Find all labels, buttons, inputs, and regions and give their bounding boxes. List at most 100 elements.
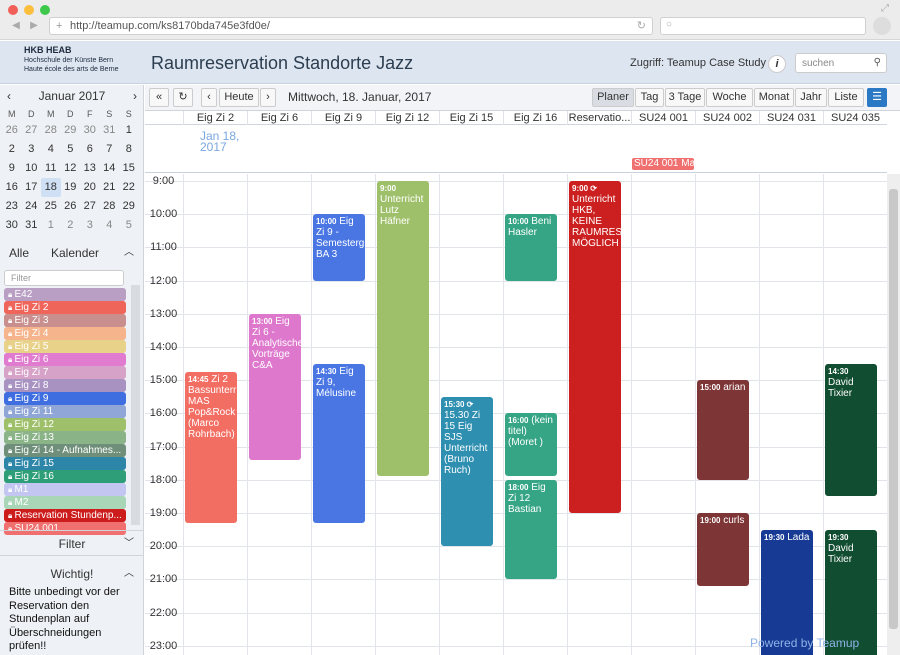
filter-panel-header[interactable]: Filter ﹀ [0,530,144,556]
subcalendar-item[interactable]: 🔒︎ Eig Zi 6 [4,353,126,366]
subcalendar-item[interactable]: 🔒︎ Eig Zi 12 [4,418,126,431]
calendar-event[interactable]: 15:00 arian [697,380,749,480]
powered-by[interactable]: Powered by Teamup [750,636,859,650]
url-bar[interactable]: + http://teamup.com/ks8170bda745e3fd0e/ … [49,17,653,35]
search-input[interactable]: suchen ⚲ [795,53,887,73]
menu-icon[interactable]: ☰ [867,88,887,107]
mini-calendar-day[interactable]: 26 [61,197,81,216]
mini-calendar-day[interactable]: 30 [80,121,100,140]
calendar-event[interactable]: 9:00 ⟳ Unterricht HKB, KEINE RAUMRES MÖG… [569,181,621,513]
column-header[interactable]: SU24 035 [823,111,887,125]
view-woche-button[interactable]: Woche [706,88,753,107]
mini-calendar-day[interactable]: 18 [41,178,61,197]
subcalendar-item[interactable]: 🔒︎ Eig Zi 14 - Aufnahmes... [4,444,126,457]
column-header[interactable]: Eig Zi 16 [503,111,567,125]
mini-calendar-day[interactable]: 30 [2,216,22,235]
mini-calendar-day[interactable]: 21 [100,178,120,197]
mini-calendar-day[interactable]: 7 [100,140,120,159]
mini-calendar-day[interactable]: 29 [119,197,139,216]
mini-calendar-day[interactable]: 23 [2,197,22,216]
column-header[interactable]: Eig Zi 9 [311,111,375,125]
mini-calendar-day[interactable]: 2 [61,216,81,235]
subcalendar-item[interactable]: 🔒︎ Eig Zi 16 [4,470,126,483]
calendar-event[interactable]: 9:00 Unterricht Lutz Häfner [377,181,429,477]
all-day-event[interactable]: SU24 001 Ma [632,158,694,170]
mini-calendar-day[interactable]: 3 [80,216,100,235]
mini-calendar-day[interactable]: 28 [41,121,61,140]
column-header[interactable]: SU24 002 [695,111,759,125]
mini-calendar-day[interactable]: 1 [119,121,139,140]
calendar-event[interactable]: 15:30 ⟳ 15.30 Zi 15 Eig SJS Unterricht (… [441,396,493,547]
mini-calendar-day[interactable]: 15 [119,159,139,178]
column-header[interactable]: Eig Zi 2 [183,111,247,125]
view-tag-button[interactable]: Tag [635,88,664,107]
subcalendar-item[interactable]: 🔒︎ Eig Zi 9 [4,392,126,405]
subcalendar-item[interactable]: 🔒︎ Eig Zi 13 [4,431,126,444]
mini-calendar-day[interactable]: 10 [22,159,42,178]
reload-icon[interactable]: ↻ [637,18,646,34]
subcalendar-item[interactable]: 🔒︎ Eig Zi 11 [4,405,126,418]
today-button[interactable]: Heute [219,88,259,107]
mini-calendar-day[interactable]: 25 [41,197,61,216]
mini-calendar-day[interactable]: 31 [100,121,120,140]
column-header[interactable]: SU24 001 [631,111,695,125]
info-icon[interactable]: i [768,55,786,73]
calendar-event[interactable]: 14:30 Eig Zi 9, Mélusine [313,363,365,523]
view-planer-button[interactable]: Planer [592,88,634,107]
mini-calendar-day[interactable]: 3 [22,140,42,159]
mini-calendar-day[interactable]: 14 [100,159,120,178]
mini-calendar-day[interactable]: 22 [119,178,139,197]
view-liste-button[interactable]: Liste [828,88,864,107]
subcalendar-item[interactable]: 🔒︎ Eig Zi 4 [4,327,126,340]
mini-calendar-day[interactable]: 6 [80,140,100,159]
browser-search[interactable]: ○ [660,17,866,35]
mini-calendar-day[interactable]: 4 [100,216,120,235]
subcalendar-item[interactable]: 🔒︎ Eig Zi 7 [4,366,126,379]
subcalendar-item[interactable]: 🔒︎ Eig Zi 8 [4,379,126,392]
prev-month-icon[interactable]: ‹ [7,85,11,107]
forward-icon[interactable]: ▶ [26,18,42,34]
column-header[interactable]: Eig Zi 12 [375,111,439,125]
minimize-window-icon[interactable] [24,5,34,15]
calendar-event[interactable]: 14:45 Zi 2 Bassunterr MAS Pop&Rock (Marc… [185,371,237,523]
mini-calendar-day[interactable]: 12 [61,159,81,178]
mini-calendar-day[interactable]: 27 [22,121,42,140]
calendar-event[interactable]: 10:00 Eig Zi 9 - Semesterg BA 3 [313,214,365,281]
extension-icon[interactable] [873,17,891,35]
subcalendar-item[interactable]: 🔒︎ M2 [4,496,126,509]
fullscreen-icon[interactable]: ⤢ [881,3,889,14]
mini-calendar-day[interactable]: 13 [80,159,100,178]
refresh-icon[interactable]: ↻ [173,88,193,107]
calendar-event[interactable]: 10:00 Beni Hasler [505,214,557,281]
subcalendar-item[interactable]: 🔒︎ E42 [4,288,126,301]
mini-calendar-day[interactable]: 2 [2,140,22,159]
back-icon[interactable]: ◀ [8,18,24,34]
grid-scrollbar[interactable] [887,174,900,655]
mini-calendar-day[interactable]: 26 [2,121,22,140]
mini-calendar-day[interactable]: 24 [22,197,42,216]
mini-calendar-day[interactable]: 16 [2,178,22,197]
mini-calendar-day[interactable]: 1 [41,216,61,235]
column-header[interactable]: Eig Zi 15 [439,111,503,125]
mini-calendar-day[interactable]: 8 [119,140,139,159]
column-header[interactable]: SU24 031 [759,111,823,125]
mini-calendar-day[interactable]: 9 [2,159,22,178]
calendar-event[interactable]: 13:00 Eig Zi 6 - Analytische Vorträge C&… [249,313,301,460]
subcalendar-item[interactable]: 🔒︎ Eig Zi 5 [4,340,126,353]
column-header[interactable]: Eig Zi 6 [247,111,311,125]
calendar-event[interactable]: 16:00 (kein titel) (Moret ) [505,413,557,477]
mini-calendar-day[interactable]: 20 [80,178,100,197]
maximize-window-icon[interactable] [40,5,50,15]
mini-calendar-day[interactable]: 4 [41,140,61,159]
subcalendar-item[interactable]: 🔒︎ Reservation Stundenp... [4,509,126,522]
calendar-event[interactable]: 14:30 David Tixier [825,363,877,497]
calendar-filter-input[interactable]: Filter [4,270,124,286]
chevron-up-icon[interactable]: ︿ [124,241,134,265]
mini-calendar-day[interactable]: 29 [61,121,81,140]
next-month-icon[interactable]: › [133,85,137,107]
sidebar-scrollbar[interactable] [131,285,140,525]
mini-calendar-day[interactable]: 31 [22,216,42,235]
mini-calendar-day[interactable]: 5 [119,216,139,235]
view-jahr-button[interactable]: Jahr [795,88,827,107]
prev-day-icon[interactable]: ‹ [201,88,217,107]
